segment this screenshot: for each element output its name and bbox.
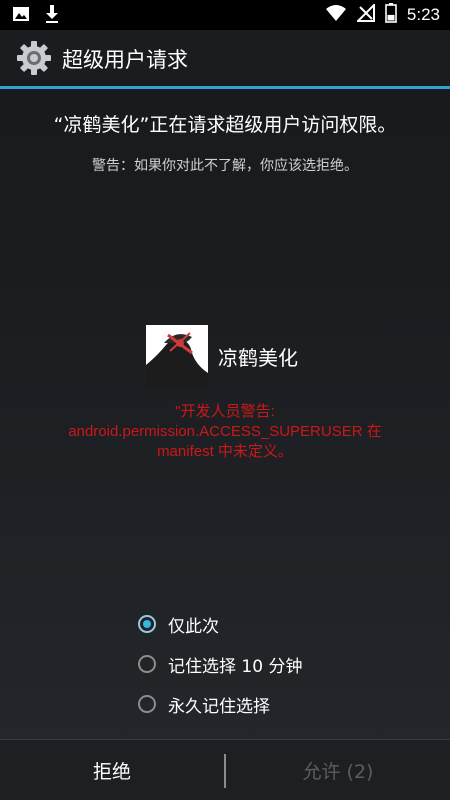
status-bar: 5:23 [0,0,450,30]
wifi-icon [325,4,347,26]
radio-unchecked-icon[interactable] [138,655,156,673]
option-remember-10-min[interactable]: 记住选择 10 分钟 [138,644,302,684]
deny-button[interactable]: 拒绝 [0,740,224,800]
requesting-app: 凉鹤美化 [146,325,298,387]
action-bar: 超级用户请求 [0,30,450,86]
option-label: 永久记住选择 [168,696,270,717]
download-icon [44,4,60,28]
developer-warning-line: "开发人员警告: [175,403,275,420]
request-warning: 警告：如果你对此不了解，你应该选拒绝。 [92,158,358,174]
gear-icon [16,40,52,76]
app-name: 凉鹤美化 [218,345,298,370]
action-bar-divider [0,86,450,89]
battery-icon [385,3,397,27]
app-thumbnail-icon [146,325,208,387]
option-once[interactable]: 仅此次 [138,604,302,644]
radio-checked-icon[interactable] [138,615,156,633]
button-bar: 拒绝 允许 (2) [0,739,450,800]
developer-warning-line: android.permission.ACCESS_SUPERUSER 在 [68,423,382,440]
option-label: 仅此次 [168,616,219,637]
remember-options: 仅此次 记住选择 10 分钟 永久记住选择 [138,604,302,724]
superuser-request-screen: 5:23 超级用户请求 “凉鹤美化”正在请求超级用户访问权限。 警告：如果你对此… [0,0,450,800]
radio-unchecked-icon[interactable] [138,695,156,713]
developer-warning: "开发人员警告: android.permission.ACCESS_SUPER… [0,402,450,462]
allow-button[interactable]: 允许 (2) [226,740,450,800]
no-signal-icon [355,2,375,26]
status-time: 5:23 [406,5,440,24]
option-label: 记住选择 10 分钟 [168,656,303,677]
option-remember-forever[interactable]: 永久记住选择 [138,684,302,724]
action-bar-title: 超级用户请求 [62,48,188,72]
request-message: “凉鹤美化”正在请求超级用户访问权限。 [53,114,397,136]
image-icon [12,5,30,27]
developer-warning-line: manifest 中未定义。 [157,443,293,460]
